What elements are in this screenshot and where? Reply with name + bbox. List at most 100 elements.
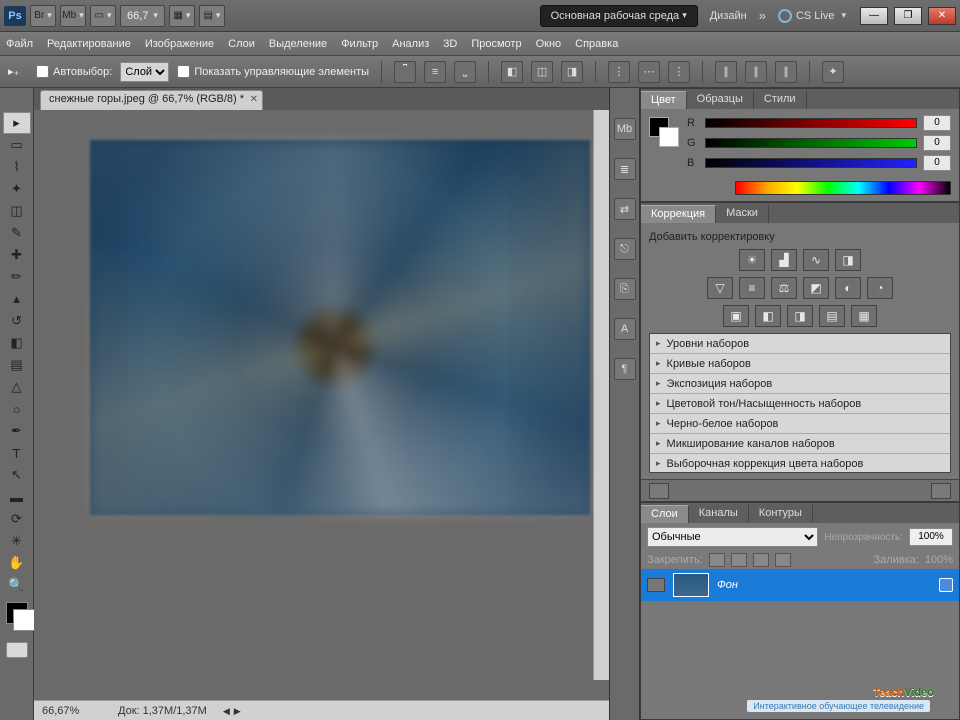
tab-paths[interactable]: Контуры	[749, 505, 813, 523]
tab-adjustments[interactable]: Коррекция	[641, 205, 716, 223]
selective-icon[interactable]: ▦	[851, 305, 877, 327]
autoselect-target[interactable]: Слой	[120, 62, 169, 82]
menu-edit[interactable]: Редактирование	[47, 38, 131, 50]
tab-swatches[interactable]: Образцы	[687, 91, 754, 109]
dist-left-icon[interactable]: ∥	[715, 61, 737, 83]
value-g[interactable]: 0	[923, 135, 951, 151]
exposure-icon[interactable]: ◨	[835, 249, 861, 271]
move-tool[interactable]: ▸	[3, 112, 31, 134]
dist-right-icon[interactable]: ∥	[775, 61, 797, 83]
menu-3d[interactable]: 3D	[443, 38, 457, 50]
dodge-tool[interactable]: ○	[3, 398, 31, 420]
brush-panel-icon[interactable]: ⎋	[614, 238, 636, 260]
preset-row[interactable]: Черно-белое наборов	[650, 414, 950, 434]
align-left-icon[interactable]: ◧	[501, 61, 523, 83]
dist-top-icon[interactable]: ⋮	[608, 61, 630, 83]
preset-row[interactable]: Выборочная коррекция цвета наборов	[650, 454, 950, 473]
minibridge-panel-icon[interactable]: Mb	[614, 118, 636, 140]
blend-mode-select[interactable]: Обычные	[647, 527, 818, 547]
balance-icon[interactable]: ⚖	[771, 277, 797, 299]
slider-r[interactable]	[705, 118, 917, 128]
canvas-area[interactable]	[34, 110, 609, 700]
quickmask-toggle[interactable]	[6, 642, 28, 658]
dist-bot-icon[interactable]: ⋮	[668, 61, 690, 83]
clone-panel-icon[interactable]: ⎘	[614, 278, 636, 300]
fill-value[interactable]: 100%	[925, 554, 953, 566]
hue-icon[interactable]: ≡	[739, 277, 765, 299]
menu-select[interactable]: Выделение	[269, 38, 327, 50]
menu-analysis[interactable]: Анализ	[392, 38, 429, 50]
lasso-tool[interactable]: ⌇	[3, 156, 31, 178]
tab-layers[interactable]: Слои	[641, 505, 689, 523]
fg-bg-swatch[interactable]	[6, 602, 28, 624]
menu-view[interactable]: Просмотр	[471, 38, 521, 50]
gradientmap-icon[interactable]: ▤	[819, 305, 845, 327]
screen-mode-dd[interactable]: ▭	[90, 5, 116, 27]
mixer-icon[interactable]: ◔	[867, 277, 893, 299]
dist-hmid-icon[interactable]: ∥	[745, 61, 767, 83]
menu-window[interactable]: Окно	[536, 38, 562, 50]
show-transform-check[interactable]: Показать управляющие элементы	[177, 65, 369, 78]
zoom-tool[interactable]: 🔍	[3, 574, 31, 596]
zoom-dd[interactable]: 66,7	[120, 5, 165, 27]
3d-camera-tool[interactable]: ✳	[3, 530, 31, 552]
preset-row[interactable]: Экспозиция наборов	[650, 374, 950, 394]
document-tab[interactable]: снежные горы.jpeg @ 66,7% (RGB/8) * ✕	[40, 90, 263, 110]
clip-layer-icon[interactable]	[649, 483, 669, 499]
minibridge-icon[interactable]: Mb	[60, 5, 86, 27]
design-link[interactable]: Дизайн	[702, 10, 755, 22]
align-bottom-icon[interactable]: ⎵	[454, 61, 476, 83]
more-icon[interactable]: »	[759, 8, 766, 23]
autoselect-check[interactable]: Автовыбор:	[36, 65, 112, 78]
marquee-tool[interactable]: ▭	[3, 134, 31, 156]
posterize-icon[interactable]: ◧	[755, 305, 781, 327]
path-tool[interactable]: ↖	[3, 464, 31, 486]
layer-row[interactable]: Фон	[641, 569, 959, 601]
opacity-value[interactable]: 100%	[909, 528, 953, 546]
preset-row[interactable]: Цветовой тон/Насыщенность наборов	[650, 394, 950, 414]
invert-icon[interactable]: ▣	[723, 305, 749, 327]
close-button[interactable]: ✕	[928, 7, 956, 25]
shape-tool[interactable]: ▬	[3, 486, 31, 508]
eraser-tool[interactable]: ◧	[3, 332, 31, 354]
status-arrows-icon[interactable]	[223, 705, 241, 717]
value-r[interactable]: 0	[923, 115, 951, 131]
vertical-scrollbar[interactable]	[593, 110, 609, 680]
align-top-icon[interactable]: ⎴	[394, 61, 416, 83]
lock-pixels-icon[interactable]	[709, 553, 725, 567]
actions-panel-icon[interactable]: ⇄	[614, 198, 636, 220]
extras-dd[interactable]: ▤	[199, 5, 225, 27]
tab-channels[interactable]: Каналы	[689, 505, 749, 523]
status-zoom[interactable]: 66,67%	[42, 705, 102, 717]
3d-tool[interactable]: ⟳	[3, 508, 31, 530]
history-panel-icon[interactable]: ≣	[614, 158, 636, 180]
type-tool[interactable]: T	[3, 442, 31, 464]
menu-image[interactable]: Изображение	[145, 38, 214, 50]
cslive-link[interactable]: CS Live	[770, 9, 854, 23]
maximize-button[interactable]: ❐	[894, 7, 922, 25]
lock-all-icon[interactable]	[753, 553, 769, 567]
menu-file[interactable]: Файл	[6, 38, 33, 50]
crop-tool[interactable]: ◫	[3, 200, 31, 222]
preset-row[interactable]: Кривые наборов	[650, 354, 950, 374]
lock-position-icon[interactable]	[731, 553, 747, 567]
bw-icon[interactable]: ◩	[803, 277, 829, 299]
heal-tool[interactable]: ✚	[3, 244, 31, 266]
tab-masks[interactable]: Маски	[716, 205, 769, 223]
vibrance-icon[interactable]: ▽	[707, 277, 733, 299]
levels-icon[interactable]: ▟	[771, 249, 797, 271]
fg-bg-preview[interactable]	[649, 117, 677, 145]
bridge-icon[interactable]: Br	[30, 5, 56, 27]
stamp-tool[interactable]: ▴	[3, 288, 31, 310]
character-panel-icon[interactable]: A	[614, 318, 636, 340]
curves-icon[interactable]: ∿	[803, 249, 829, 271]
arrange-dd[interactable]: ▦	[169, 5, 195, 27]
preset-row[interactable]: Микширование каналов наборов	[650, 434, 950, 454]
slider-b[interactable]	[705, 158, 917, 168]
adjustment-presets[interactable]: Уровни наборов Кривые наборов Экспозиция…	[649, 333, 951, 473]
brush-tool[interactable]: ✏	[3, 266, 31, 288]
preset-row[interactable]: Уровни наборов	[650, 334, 950, 354]
threshold-icon[interactable]: ◨	[787, 305, 813, 327]
wand-tool[interactable]: ✦	[3, 178, 31, 200]
minimize-button[interactable]: —	[860, 7, 888, 25]
